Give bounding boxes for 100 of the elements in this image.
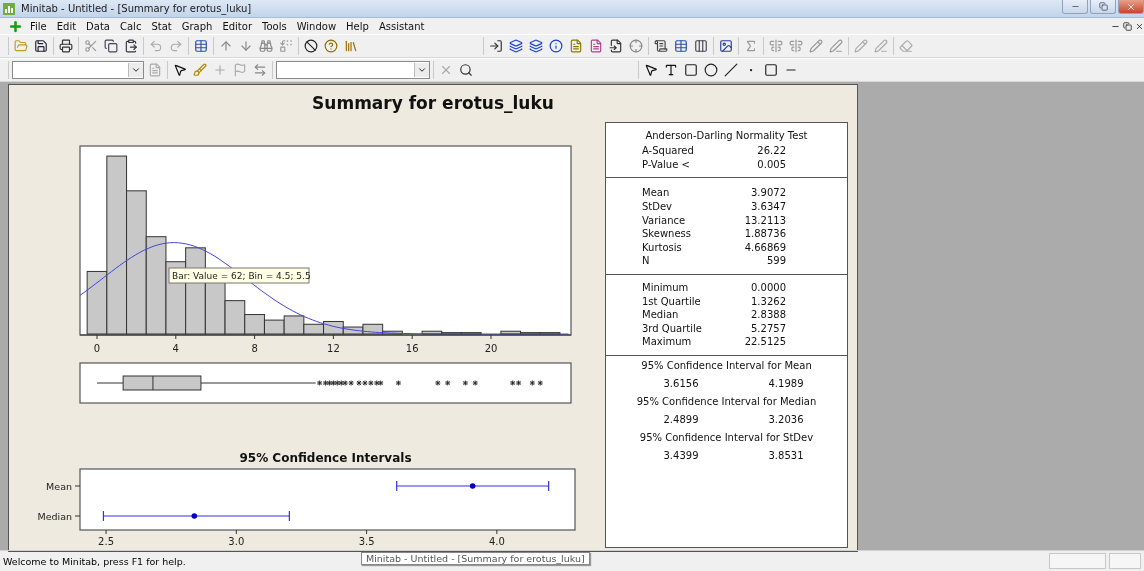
rectangle-icon[interactable] [682, 61, 700, 79]
chart-title: 95% Confidence Intervals [238, 451, 413, 465]
axis-tick-label: 2.5 [98, 536, 114, 547]
stat-value: 1.3262 [750, 295, 786, 307]
ban-icon[interactable] [302, 37, 320, 55]
graph-title: Summary for erotus_luku [311, 93, 555, 113]
copy-icon[interactable] [102, 37, 120, 55]
stat-value: 26.22 [756, 145, 786, 157]
stat-value: 4.66869 [743, 241, 786, 253]
stat-value: 3.2036 [767, 414, 805, 426]
stat-value: 4.1989 [767, 378, 805, 390]
help-icon[interactable] [322, 37, 340, 55]
interval-heading: 95% Confidence Interval for Mean [640, 358, 813, 373]
pencil-icon[interactable] [852, 37, 870, 55]
stat-label: P-Value < [642, 158, 691, 170]
stat-label: A-Squared [642, 145, 695, 157]
stat-label: Minimum [642, 282, 690, 294]
axis-tick-label: 0 [93, 343, 101, 354]
menu-item[interactable]: Editor [218, 20, 256, 32]
menu-item[interactable]: Help [342, 20, 373, 32]
window-title: Minitab - Untitled - [Summary for erotus_luku] [21, 3, 253, 14]
estimate-dot [191, 513, 198, 519]
menu-item[interactable]: Assistant [374, 20, 429, 32]
interval-heading: 95% Confidence Interval for Median [635, 394, 818, 409]
printer-icon[interactable] [57, 37, 75, 55]
minimize-button[interactable] [1062, 0, 1088, 14]
table-heading: Anderson-Darling Normality Test [644, 129, 809, 143]
combo-box[interactable] [12, 61, 144, 79]
axis-tick-label: 4 [172, 343, 179, 354]
close-icon [1126, 1, 1136, 12]
menu-item[interactable]: Edit [52, 20, 81, 32]
line-icon[interactable] [722, 61, 740, 79]
layers-icon[interactable] [527, 37, 545, 55]
image-icon[interactable] [717, 37, 735, 55]
table-icon[interactable] [672, 37, 690, 55]
restore-button[interactable] [1090, 0, 1116, 14]
stat-label: Median [642, 309, 680, 321]
close-icon[interactable] [1134, 21, 1144, 31]
search-icon[interactable] [457, 61, 475, 79]
axis-tick-label: 16 [405, 343, 419, 354]
stat-value: 3.4399 [662, 450, 700, 462]
stat-value: 0.005 [756, 158, 786, 170]
menu-item[interactable]: Tools [258, 20, 291, 32]
scroll-icon[interactable] [652, 37, 670, 55]
stat-value: 13.2113 [743, 214, 786, 226]
combo-box[interactable] [276, 61, 430, 79]
interval-heading: 95% Confidence Interval for StDev [638, 430, 815, 445]
stat-value: 2.4899 [662, 414, 700, 426]
axis-tick-label: 12 [327, 343, 340, 354]
columns-icon[interactable] [692, 37, 710, 55]
bar-tooltip: Bar: Value = 62; Bin = 4.5; 5.5 [168, 267, 311, 284]
menu-item[interactable]: Window [292, 20, 341, 32]
axis-tick-label: 3.5 [358, 536, 375, 547]
restore-icon[interactable] [1122, 21, 1132, 31]
menu-item[interactable]: Data [82, 20, 114, 32]
status-message: Welcome to Minitab, press F1 for help. [2, 555, 186, 567]
restore-icon [1098, 2, 1108, 11]
binoculars-icon[interactable] [257, 37, 275, 55]
stat-label: 3rd Quartile [642, 322, 703, 334]
stat-value: 1.88736 [743, 228, 786, 240]
axis-tick-label: 3.0 [228, 536, 245, 547]
ellipse-icon[interactable] [702, 61, 720, 79]
close-button[interactable] [1118, 0, 1144, 14]
axis-tick-label: 20 [484, 343, 498, 354]
tooltip: Minitab - Untitled - [Summary for erotus_luku] [361, 552, 590, 565]
stat-label: Maximum [642, 336, 693, 348]
stat-label: Skewness [642, 228, 693, 240]
stat-value: 3.6347 [750, 201, 786, 213]
replace-icon[interactable] [277, 37, 295, 55]
stat-value: 5.2757 [750, 322, 786, 334]
stat-value: 3.6156 [662, 378, 700, 390]
menu-item[interactable]: File [26, 20, 51, 32]
app-logo-icon [3, 2, 15, 15]
stat-label: Kurtosis [642, 241, 683, 253]
table-icon[interactable] [192, 37, 210, 55]
menu-item[interactable]: Graph [177, 20, 217, 32]
stat-label: StDev [642, 201, 674, 213]
stat-value: 599 [765, 255, 786, 267]
align-icon[interactable] [767, 37, 785, 55]
axis-tick-label: 8 [251, 343, 258, 354]
align-icon[interactable] [787, 37, 805, 55]
pen-icon[interactable] [827, 37, 845, 55]
layers-icon[interactable] [507, 37, 525, 55]
stat-label: N [642, 255, 651, 267]
sign-in-icon[interactable] [487, 37, 505, 55]
stat-value: 2.8388 [750, 309, 786, 321]
save-icon[interactable] [32, 37, 50, 55]
category-label: Median [38, 510, 72, 522]
pencil-icon[interactable] [807, 37, 825, 55]
stat-value: 0.0000 [750, 282, 786, 294]
menu-item[interactable]: Calc [116, 20, 146, 32]
info-icon[interactable] [547, 37, 565, 55]
menu-item[interactable]: Stat [147, 20, 176, 32]
stat-label: Mean [642, 187, 671, 199]
category-label: Mean [46, 480, 72, 492]
estimate-dot [469, 483, 476, 489]
eraser-icon[interactable] [897, 37, 915, 55]
histogram-bar [263, 319, 285, 335]
axis-tick-label: 4.0 [488, 536, 505, 547]
pen-icon[interactable] [872, 37, 890, 55]
